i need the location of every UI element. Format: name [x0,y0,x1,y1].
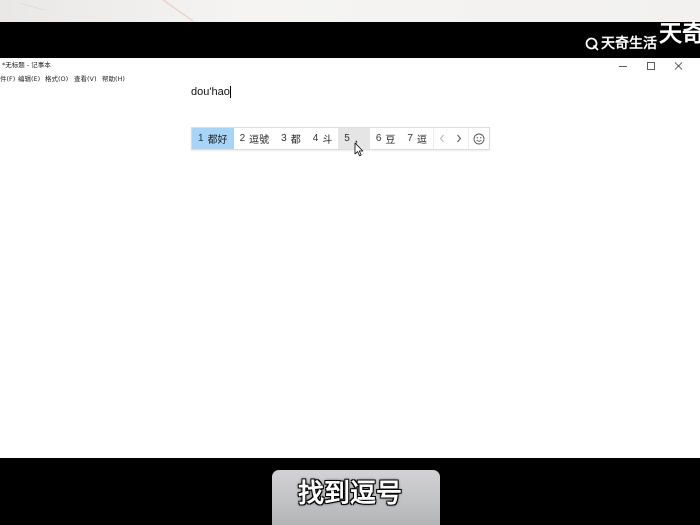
watermark-brand: 天奇生活 [601,36,657,52]
close-button[interactable] [672,60,686,72]
chevron-right-icon [457,134,462,143]
desk-background [0,0,700,23]
candidate-number: 4 [312,133,319,144]
text-caret [230,86,232,98]
ime-next-page-button[interactable] [450,128,468,149]
candidate-number: 5 [344,133,350,144]
ime-candidate-bar: 1 都好 2 逗號 3 都 4 斗 5 ， 6 豆 7 逗 [191,127,490,150]
ime-candidate-7[interactable]: 7 逗 [401,128,433,149]
ime-candidate-3[interactable]: 3 都 [275,128,307,149]
menu-help[interactable]: 帮助(H) [102,75,125,84]
maximize-icon [647,62,655,70]
desk-decor-line [19,0,194,22]
menu-view[interactable]: 查看(V) [74,75,97,84]
brand-logo-icon [585,37,599,51]
candidate-number: 1 [198,133,204,144]
text-editor[interactable]: dou'hao 1 都好 2 逗號 3 都 4 斗 5 ， 6 豆 7 逗 [0,86,700,458]
window-title: *无标题 - 记事本 [2,61,51,69]
mouse-pointer-icon [354,142,364,157]
notepad-window: *无标题 - 记事本 件(F) 编辑(E) 格式(O) 查看(V) 帮助(H) … [0,58,700,458]
candidate-text: 都 [290,135,301,146]
video-subtitle: 找到逗号 [297,479,402,509]
minimize-button[interactable] [616,60,630,72]
candidate-number: 6 [375,133,382,144]
ime-candidate-2[interactable]: 2 逗號 [234,128,276,149]
minimize-icon [619,66,627,67]
window-titlebar[interactable]: *无标题 - 记事本 [0,58,700,74]
candidate-number: 2 [239,133,246,144]
candidate-text: 豆 [385,135,396,146]
smiley-icon [473,133,485,144]
ime-prev-page-button[interactable] [432,128,450,149]
ime-composition: dou'hao [191,86,232,98]
candidate-number: 7 [407,133,413,144]
ime-emoji-button[interactable] [467,128,489,149]
chevron-left-icon [439,134,444,143]
candidate-text: 斗 [322,135,333,146]
composition-text: dou'hao [191,86,230,98]
menu-file[interactable]: 件(F) [0,75,15,84]
ime-candidate-4[interactable]: 4 斗 [307,128,339,149]
candidate-text: 都好 [207,135,228,146]
menu-bar: 件(F) 编辑(E) 格式(O) 查看(V) 帮助(H) [0,74,700,85]
watermark-corner-logo: 天奇 [659,21,700,47]
ime-candidate-1[interactable]: 1 都好 [192,128,234,149]
menu-edit[interactable]: 编辑(E) [18,75,40,84]
maximize-button[interactable] [644,60,658,72]
video-frame: 天奇生活 天奇 *无标题 - 记事本 件(F) 编辑(E) 格式(O) 查看(V… [0,0,700,525]
candidate-text: 逗號 [249,135,270,146]
candidate-number: 3 [281,133,287,144]
menu-format[interactable]: 格式(O) [45,75,68,84]
close-icon [674,62,683,70]
ime-candidate-6[interactable]: 6 豆 [370,128,402,149]
candidate-text: 逗 [416,135,427,146]
